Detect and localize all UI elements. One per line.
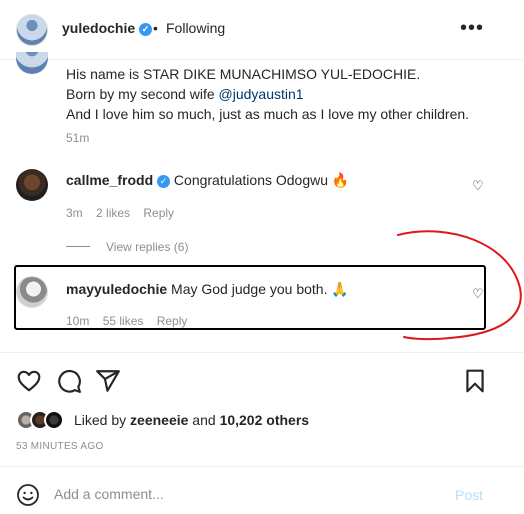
liker-username[interactable]: zeeneeie	[130, 412, 188, 428]
heart-icon[interactable]	[16, 368, 42, 394]
emoji-smiley-icon[interactable]	[16, 483, 40, 507]
comment-meta: 3m 2 likes Reply	[66, 206, 184, 220]
caption-line-3: And I love him so much, just as much as …	[66, 106, 470, 122]
header-divider	[0, 59, 524, 60]
reply-button[interactable]: Reply	[157, 314, 188, 328]
caption-time[interactable]: 51m	[66, 131, 89, 145]
commenter-username[interactable]: mayyuledochie	[66, 281, 167, 297]
commenter-username[interactable]: callme_frodd	[66, 172, 153, 188]
liked-by-middle: and	[188, 412, 220, 428]
separator-dot: •	[153, 20, 158, 36]
comment-likes[interactable]: 2 likes	[96, 206, 130, 220]
commenter-avatar-mayyuledochie[interactable]	[16, 276, 48, 308]
praying-hands-emoji-icon: 🙏	[331, 281, 349, 297]
comment-time[interactable]: 3m	[66, 206, 83, 220]
caption-author-avatar[interactable]	[16, 52, 48, 74]
more-options-icon[interactable]: •••	[460, 17, 484, 40]
liked-by-prefix: Liked by	[74, 412, 131, 428]
add-comment-input[interactable]	[54, 486, 434, 502]
caption-line-1: His name is STAR DIKE MUNACHIMSO YUL-EDO…	[66, 66, 421, 82]
caption-line-2: Born by my second wife @judyaustin1	[66, 84, 506, 104]
view-replies-label[interactable]: View replies (6)	[106, 240, 188, 254]
verified-badge-icon: ✓	[139, 23, 153, 36]
actions-divider	[0, 352, 524, 353]
fire-emoji-icon: 🔥	[331, 172, 350, 188]
bookmark-icon[interactable]	[462, 368, 488, 394]
author-username[interactable]: yuledochie ✓	[62, 20, 153, 36]
following-button[interactable]: Following	[166, 20, 225, 36]
reply-button[interactable]: Reply	[143, 206, 174, 220]
comment-time[interactable]: 10m	[66, 314, 89, 328]
comment-mayyuledochie: mayyuledochie May God judge you both. 🙏	[66, 281, 349, 298]
commenter-avatar-callme-frodd[interactable]	[16, 169, 48, 201]
verified-badge-icon: ✓	[157, 175, 171, 188]
mention-link[interactable]: @judyaustin1	[219, 86, 304, 102]
comment-text: Congratulations Odogwu	[173, 172, 329, 188]
comment-likes[interactable]: 55 likes	[103, 314, 144, 328]
caption-text: His name is STAR DIKE MUNACHIMSO YUL-EDO…	[66, 64, 506, 124]
replies-dash	[66, 246, 90, 247]
red-annotation-stroke	[397, 230, 522, 341]
comment-icon[interactable]	[56, 368, 82, 394]
likes-count[interactable]: 10,202 others	[220, 412, 310, 428]
view-replies-button[interactable]: View replies (6)	[66, 240, 188, 254]
comment-callme-frodd: callme_frodd ✓ Congratulations Odogwu 🔥	[66, 172, 349, 189]
post-button[interactable]: Post	[455, 487, 483, 503]
comment-text: May God judge you both.	[171, 281, 328, 297]
comment-like-heart-icon[interactable]: ♡	[472, 178, 484, 194]
liker-avatar[interactable]	[44, 410, 64, 430]
share-icon[interactable]	[95, 368, 121, 394]
comment-box-divider	[0, 466, 524, 467]
liked-by-text: Liked by zeeneeie and 10,202 others	[74, 412, 309, 428]
caption-line-2-text: Born by my second wife	[66, 86, 219, 102]
author-username-text[interactable]: yuledochie	[62, 20, 135, 36]
comment-meta: 10m 55 likes Reply	[66, 314, 197, 328]
post-timestamp[interactable]: 53 MINUTES AGO	[16, 441, 104, 452]
author-avatar[interactable]	[16, 14, 48, 46]
